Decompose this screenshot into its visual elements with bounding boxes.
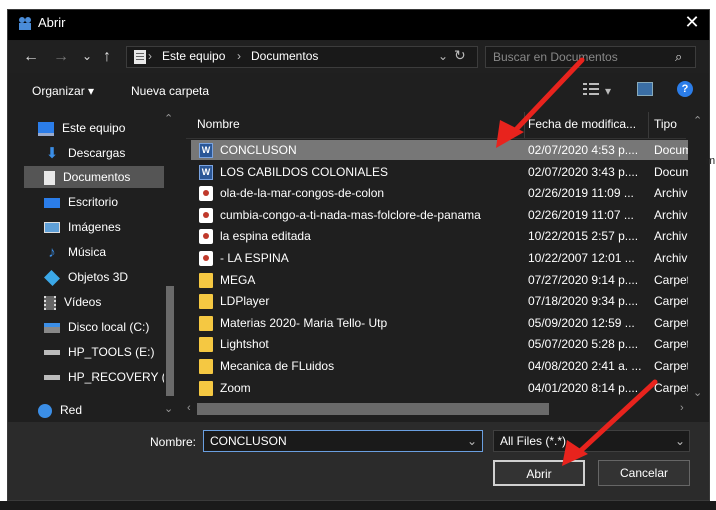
annotation-arrow-file xyxy=(505,57,585,141)
annotation-arrowhead-open xyxy=(562,440,588,466)
annotation-arrow-open xyxy=(572,379,658,459)
annotation-arrows xyxy=(496,57,658,466)
